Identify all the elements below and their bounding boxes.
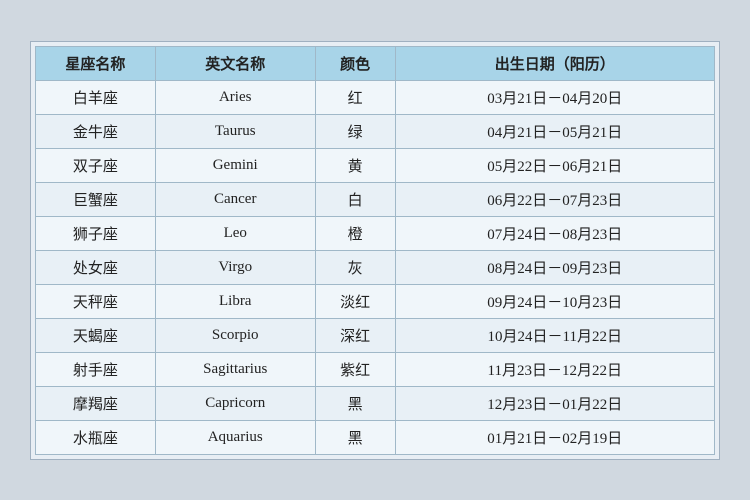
header-color: 颜色 <box>315 46 395 80</box>
cell-english: Scorpio <box>155 318 315 352</box>
cell-color: 橙 <box>315 216 395 250</box>
cell-english: Capricorn <box>155 386 315 420</box>
table-row: 天蝎座Scorpio深红10月24日－11月22日 <box>36 318 715 352</box>
cell-chinese: 巨蟹座 <box>36 182 156 216</box>
cell-chinese: 金牛座 <box>36 114 156 148</box>
cell-date: 07月24日－08月23日 <box>395 216 714 250</box>
cell-color: 红 <box>315 80 395 114</box>
table-row: 巨蟹座Cancer白06月22日－07月23日 <box>36 182 715 216</box>
table-row: 双子座Gemini黄05月22日－06月21日 <box>36 148 715 182</box>
cell-date: 01月21日－02月19日 <box>395 420 714 454</box>
zodiac-table-container: 星座名称 英文名称 颜色 出生日期（阳历） 白羊座Aries红03月21日－04… <box>30 41 720 460</box>
cell-english: Virgo <box>155 250 315 284</box>
cell-chinese: 狮子座 <box>36 216 156 250</box>
table-row: 摩羯座Capricorn黑12月23日－01月22日 <box>36 386 715 420</box>
cell-color: 淡红 <box>315 284 395 318</box>
table-row: 处女座Virgo灰08月24日－09月23日 <box>36 250 715 284</box>
cell-english: Aquarius <box>155 420 315 454</box>
cell-date: 05月22日－06月21日 <box>395 148 714 182</box>
cell-color: 黑 <box>315 386 395 420</box>
cell-english: Aries <box>155 80 315 114</box>
table-row: 金牛座Taurus绿04月21日－05月21日 <box>36 114 715 148</box>
cell-color: 灰 <box>315 250 395 284</box>
cell-english: Cancer <box>155 182 315 216</box>
cell-chinese: 天蝎座 <box>36 318 156 352</box>
table-header-row: 星座名称 英文名称 颜色 出生日期（阳历） <box>36 46 715 80</box>
cell-chinese: 天秤座 <box>36 284 156 318</box>
cell-english: Libra <box>155 284 315 318</box>
cell-color: 黄 <box>315 148 395 182</box>
zodiac-table: 星座名称 英文名称 颜色 出生日期（阳历） 白羊座Aries红03月21日－04… <box>35 46 715 455</box>
table-row: 白羊座Aries红03月21日－04月20日 <box>36 80 715 114</box>
cell-chinese: 双子座 <box>36 148 156 182</box>
table-row: 水瓶座Aquarius黑01月21日－02月19日 <box>36 420 715 454</box>
cell-date: 04月21日－05月21日 <box>395 114 714 148</box>
cell-chinese: 处女座 <box>36 250 156 284</box>
cell-english: Gemini <box>155 148 315 182</box>
cell-color: 黑 <box>315 420 395 454</box>
cell-date: 10月24日－11月22日 <box>395 318 714 352</box>
cell-date: 08月24日－09月23日 <box>395 250 714 284</box>
cell-date: 12月23日－01月22日 <box>395 386 714 420</box>
cell-color: 绿 <box>315 114 395 148</box>
cell-chinese: 摩羯座 <box>36 386 156 420</box>
cell-chinese: 射手座 <box>36 352 156 386</box>
cell-date: 09月24日－10月23日 <box>395 284 714 318</box>
cell-english: Leo <box>155 216 315 250</box>
cell-color: 紫红 <box>315 352 395 386</box>
cell-color: 白 <box>315 182 395 216</box>
header-english: 英文名称 <box>155 46 315 80</box>
cell-english: Sagittarius <box>155 352 315 386</box>
table-row: 天秤座Libra淡红09月24日－10月23日 <box>36 284 715 318</box>
cell-english: Taurus <box>155 114 315 148</box>
cell-date: 06月22日－07月23日 <box>395 182 714 216</box>
table-row: 射手座Sagittarius紫红11月23日－12月22日 <box>36 352 715 386</box>
cell-date: 03月21日－04月20日 <box>395 80 714 114</box>
table-row: 狮子座Leo橙07月24日－08月23日 <box>36 216 715 250</box>
header-date: 出生日期（阳历） <box>395 46 714 80</box>
cell-chinese: 水瓶座 <box>36 420 156 454</box>
cell-chinese: 白羊座 <box>36 80 156 114</box>
header-chinese: 星座名称 <box>36 46 156 80</box>
cell-color: 深红 <box>315 318 395 352</box>
cell-date: 11月23日－12月22日 <box>395 352 714 386</box>
